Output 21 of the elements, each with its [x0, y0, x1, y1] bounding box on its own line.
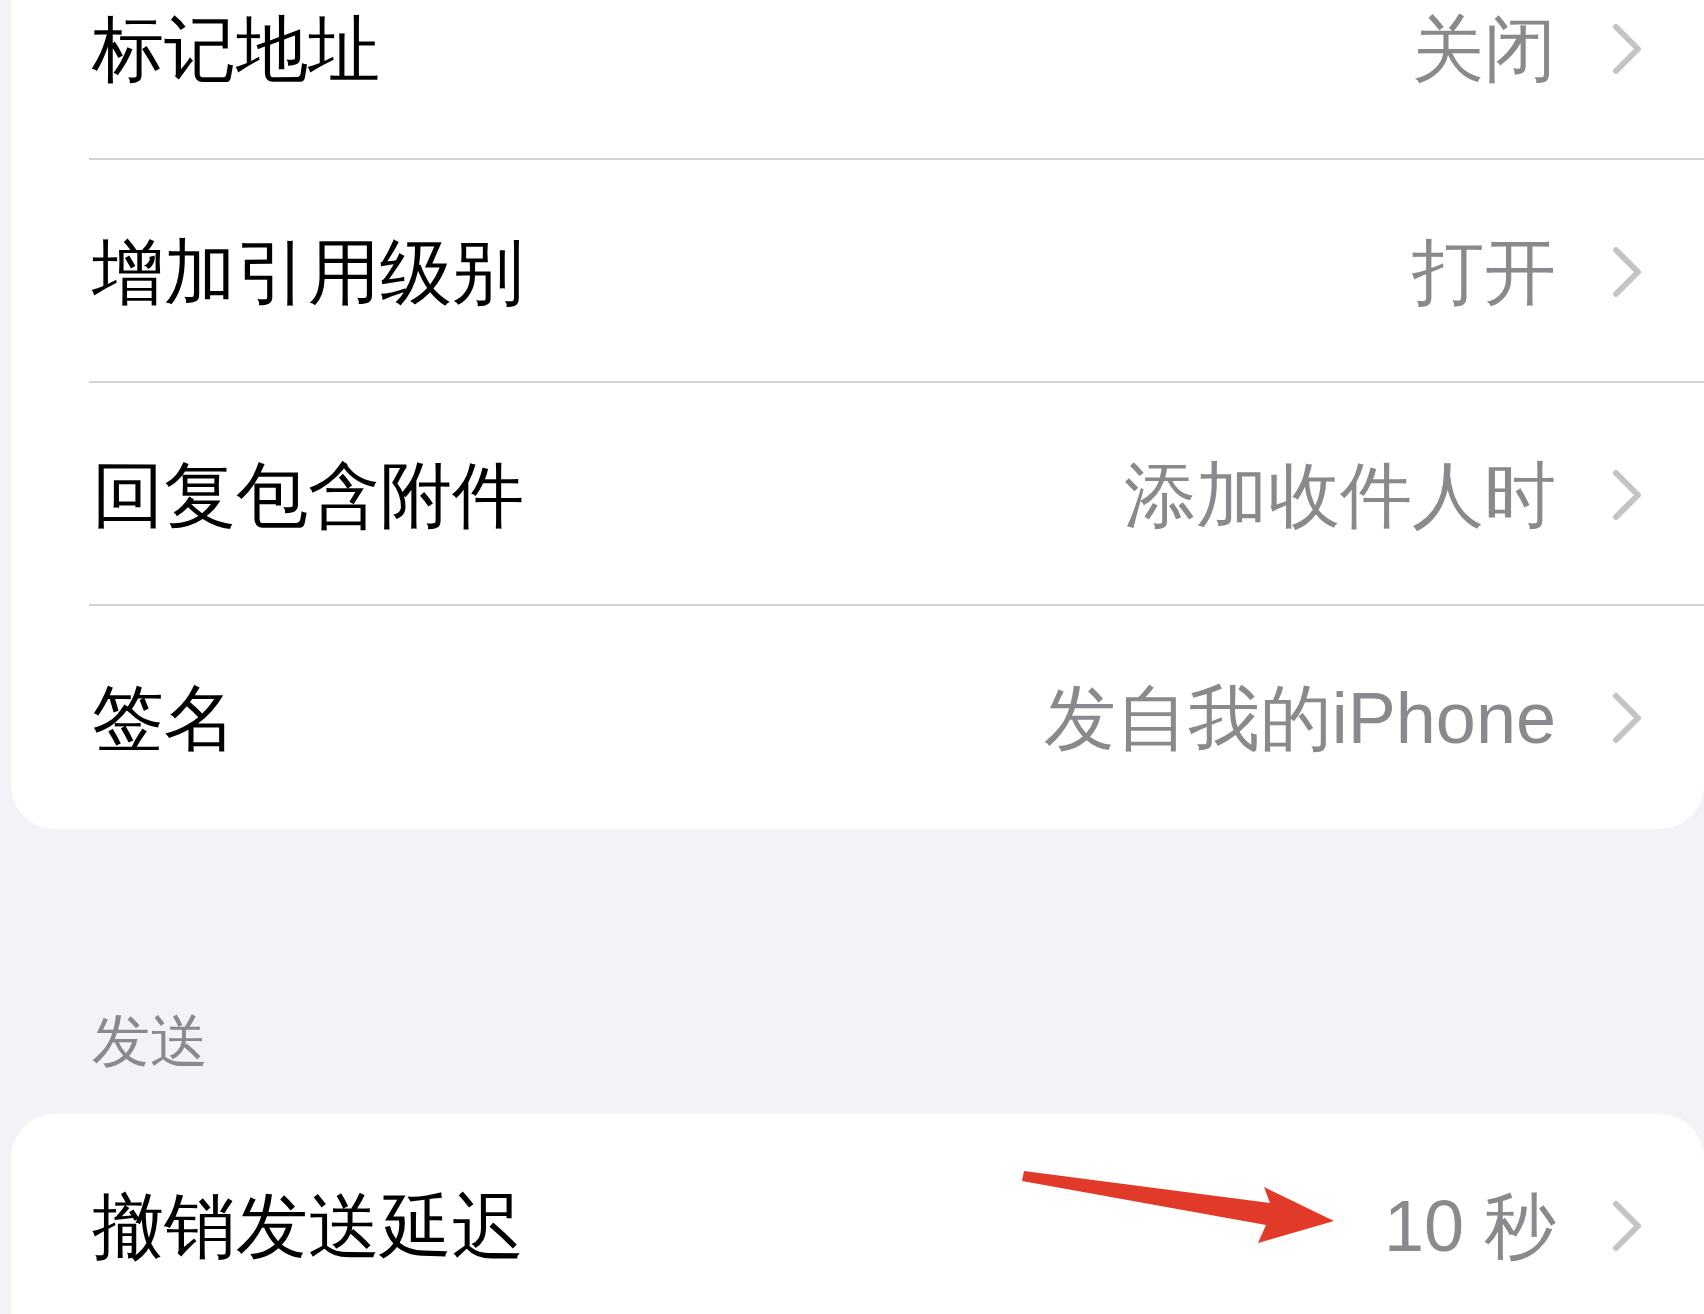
settings-row[interactable]: 回复包含附件 添加收件人时: [11, 383, 1704, 606]
row-value: 10 秒: [1383, 1184, 1556, 1268]
chevron-right-icon: [1612, 691, 1642, 744]
row-label: 签名: [92, 676, 236, 760]
chevron-right-icon: [1612, 468, 1642, 521]
row-value: 添加收件人时: [1124, 453, 1556, 537]
chevron-right-icon: [1612, 245, 1642, 298]
row-label: 增加引用级别: [92, 230, 524, 314]
settings-row[interactable]: 标记地址 关闭: [11, 0, 1704, 160]
settings-row[interactable]: 签名 发自我的iPhone: [11, 606, 1704, 829]
chevron-right-icon: [1612, 1199, 1642, 1252]
settings-row[interactable]: 增加引用级别 打开: [11, 160, 1704, 383]
row-label: 撤销发送延迟: [92, 1184, 524, 1268]
row-value: 打开: [1412, 230, 1556, 314]
row-value: 发自我的iPhone: [1043, 676, 1556, 760]
row-value: 关闭: [1412, 7, 1556, 91]
row-label: 回复包含附件: [92, 453, 524, 537]
row-label: 标记地址: [92, 7, 380, 91]
chevron-right-icon: [1612, 22, 1642, 75]
section-header: 发送: [92, 1008, 208, 1073]
settings-row[interactable]: 撤销发送延迟 10 秒: [11, 1114, 1704, 1314]
